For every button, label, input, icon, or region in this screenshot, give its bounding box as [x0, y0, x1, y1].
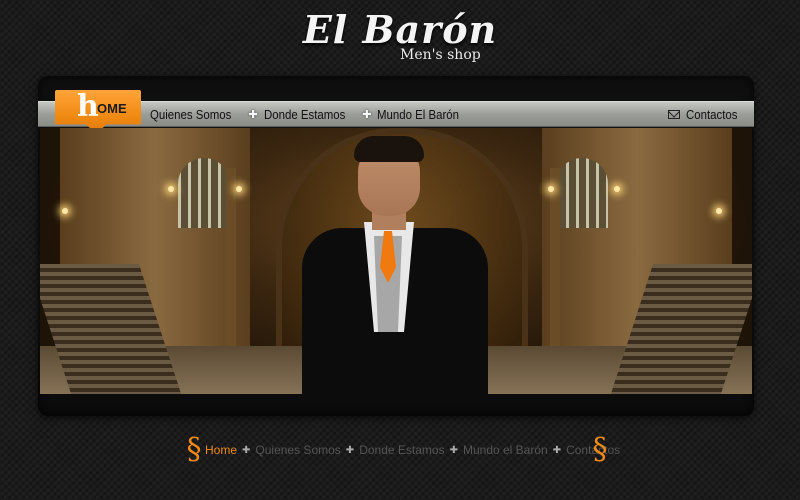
hero-window-right	[556, 158, 608, 228]
footer-link-home[interactable]: Home	[205, 443, 237, 457]
hero-window-left	[178, 158, 230, 228]
nav-menu: Quienes Somos ✚ Donde Estamos ✚ Mundo El…	[150, 103, 471, 125]
plus-icon: ✚	[345, 444, 355, 456]
hero-column	[226, 168, 236, 368]
lamp	[548, 186, 554, 192]
plus-icon: ✚	[242, 444, 251, 456]
home-tab-initial: h	[77, 89, 99, 124]
plus-icon: ✚	[552, 444, 562, 456]
hero-column	[550, 168, 560, 368]
nav-item-mundo-el-baron[interactable]: Mundo El Barón	[377, 107, 459, 122]
contact-label: Contactos	[686, 106, 738, 122]
logo-title: El Barón	[302, 7, 498, 52]
footer-link-donde-estamos[interactable]: Donde Estamos	[359, 443, 444, 457]
plus-icon: ✚	[362, 108, 372, 121]
footer-link-quienes-somos[interactable]: Quienes Somos	[255, 443, 340, 457]
footer-nav: § Home ✚ Quienes Somos ✚ Donde Estamos ✚…	[183, 432, 621, 468]
nav-item-quienes-somos[interactable]: Quienes Somos	[150, 107, 231, 122]
envelope-icon	[668, 109, 680, 119]
plus-icon: ✚	[248, 108, 258, 121]
hero-image	[40, 128, 752, 394]
scroll-ornament-icon: §	[186, 432, 202, 467]
model-in-suit	[302, 136, 488, 394]
home-tab-label: OME	[97, 101, 127, 116]
nav-item-donde-estamos[interactable]: Donde Estamos	[264, 107, 345, 122]
logo-subtitle: Men's shop	[400, 47, 481, 63]
scroll-ornament-icon: §	[592, 432, 608, 467]
nav-item-contactos[interactable]: Contactos	[668, 103, 745, 125]
lamp	[614, 186, 620, 192]
lamp	[168, 186, 174, 192]
lamp	[716, 208, 722, 214]
footer-links: Home ✚ Quienes Somos ✚ Donde Estamos ✚ M…	[205, 443, 620, 457]
lamp	[62, 208, 68, 214]
lamp	[236, 186, 242, 192]
footer-link-mundo-el-baron[interactable]: Mundo el Barón	[463, 443, 548, 457]
plus-icon: ✚	[449, 444, 458, 456]
site-logo[interactable]: El Barón Men's shop	[0, 7, 800, 63]
